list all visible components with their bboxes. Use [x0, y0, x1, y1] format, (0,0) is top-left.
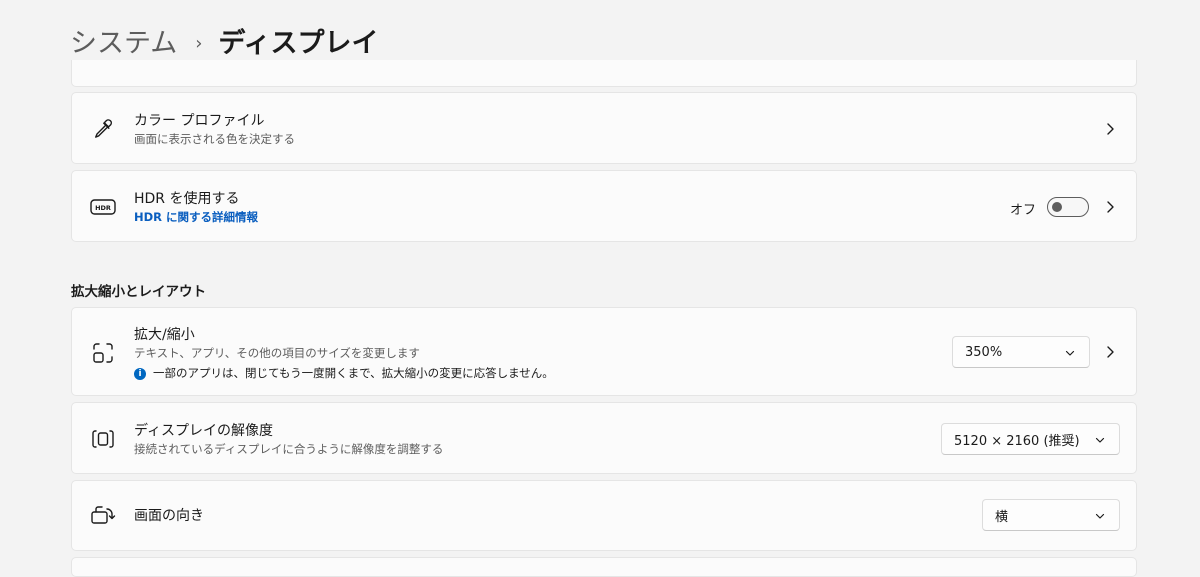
hdr-learn-more-link[interactable]: HDR に関する詳細情報 [134, 209, 258, 226]
scale-notice-text: 一部のアプリは、閉じてもう一度開くまで、拡大縮小の変更に応答しません。 [153, 366, 554, 380]
breadcrumb-parent-system[interactable]: システム [70, 24, 177, 64]
chevron-right-icon[interactable] [1102, 344, 1118, 360]
orientation-icon [90, 503, 116, 529]
resolution-dropdown-value: 5120 × 2160 (推奨) [954, 433, 1080, 449]
chevron-right-icon[interactable] [1102, 121, 1118, 137]
hdr-icon: HDR [90, 194, 116, 220]
eyedropper-icon [90, 116, 116, 142]
color-profile-description: 画面に表示される色を決定する [134, 132, 295, 146]
breadcrumb: システム › ディスプレイ [70, 24, 379, 64]
chevron-right-icon[interactable] [1102, 199, 1118, 215]
scale-description: テキスト、アプリ、その他の項目のサイズを変更します [134, 346, 420, 360]
orientation-dropdown-value: 横 [995, 509, 1009, 525]
svg-text:HDR: HDR [95, 204, 111, 212]
orientation-title: 画面の向き [134, 508, 204, 524]
chevron-down-icon [1095, 513, 1105, 519]
info-icon: i [134, 367, 146, 380]
chevron-down-icon [1095, 437, 1105, 443]
orientation-dropdown[interactable]: 横 [982, 499, 1120, 531]
toggle-knob [1052, 202, 1062, 212]
resolution-dropdown[interactable]: 5120 × 2160 (推奨) [941, 423, 1120, 455]
section-title-scale-layout: 拡大縮小とレイアウト [71, 284, 206, 300]
hdr-card[interactable]: HDR HDR を使用する HDR に関する詳細情報 オフ [71, 170, 1137, 242]
scale-dropdown-value: 350% [965, 344, 1003, 360]
hdr-title: HDR を使用する [134, 191, 240, 207]
hdr-toggle-state-label: オフ [1010, 203, 1037, 218]
breadcrumb-separator: › [195, 33, 203, 54]
scale-icon [90, 340, 116, 366]
resolution-description: 接続されているディスプレイに合うように解像度を調整する [134, 442, 444, 456]
orientation-card[interactable]: 画面の向き 横 [71, 480, 1137, 551]
resolution-icon [90, 426, 116, 452]
resolution-title: ディスプレイの解像度 [134, 423, 274, 439]
scale-card[interactable]: 拡大/縮小 テキスト、アプリ、その他の項目のサイズを変更します i 一部のアプリ… [71, 307, 1137, 396]
color-profile-card[interactable]: カラー プロファイル 画面に表示される色を決定する [71, 92, 1137, 164]
chevron-down-icon [1065, 350, 1075, 356]
scale-title: 拡大/縮小 [134, 327, 195, 343]
page-title: ディスプレイ [218, 28, 379, 59]
color-profile-title: カラー プロファイル [134, 113, 265, 129]
previous-setting-card [71, 60, 1137, 87]
scale-dropdown[interactable]: 350% [952, 336, 1090, 368]
resolution-card[interactable]: ディスプレイの解像度 接続されているディスプレイに合うように解像度を調整する 5… [71, 402, 1137, 474]
hdr-toggle[interactable] [1047, 197, 1089, 217]
next-setting-card [71, 557, 1137, 577]
scale-notice: i 一部のアプリは、閉じてもう一度開くまで、拡大縮小の変更に応答しません。 [134, 365, 554, 382]
